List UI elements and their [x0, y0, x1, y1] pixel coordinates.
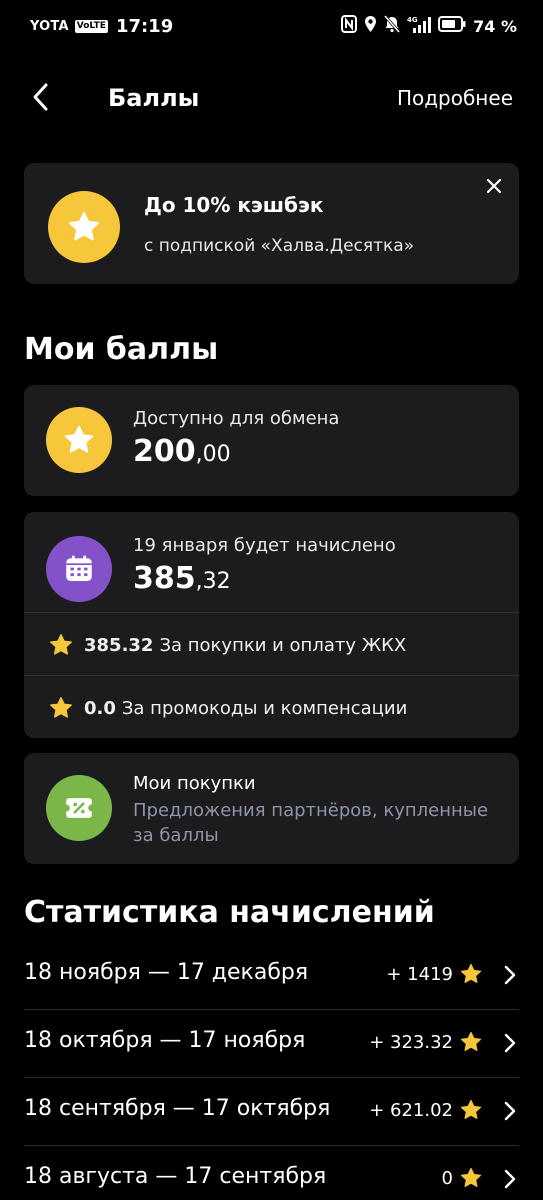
my-points-title: Мои баллы	[24, 332, 219, 367]
discount-ticket-icon	[46, 775, 112, 841]
accrual-amount: 385,32	[133, 561, 231, 596]
close-icon	[486, 178, 502, 194]
star-icon	[460, 1031, 482, 1051]
mute-bell-icon	[383, 15, 401, 37]
signal-icon: 4G	[407, 15, 432, 37]
available-amount-frac: ,00	[195, 442, 231, 467]
stats-period: 18 ноября — 17 декабря	[24, 960, 309, 985]
star-icon	[50, 697, 72, 718]
star-icon	[460, 963, 482, 983]
divider	[24, 675, 519, 676]
accrual-breakdown-promocodes: 0.0 За промокоды и компенсации	[48, 695, 407, 721]
accrual-amount-frac: ,32	[195, 569, 231, 594]
stats-value-text: 0	[441, 1167, 453, 1189]
stats-title: Статистика начислений	[24, 895, 435, 930]
stats-period: 18 августа — 17 сентября	[24, 1164, 327, 1189]
stats-value-text: + 621.02	[369, 1099, 453, 1121]
stats-row[interactable]: 18 октября — 17 ноября + 323.32	[24, 1010, 519, 1078]
my-purchases-card[interactable]: Мои покупки Предложения партнёров, купле…	[24, 753, 519, 864]
app-header: Баллы Подробнее	[0, 72, 543, 124]
battery-percent: 74 %	[473, 16, 517, 36]
chevron-right-icon	[504, 1033, 516, 1053]
purchases-title: Мои покупки	[133, 773, 256, 794]
stats-value: 0	[442, 1166, 483, 1190]
star-coin-icon	[48, 191, 120, 263]
stats-value: + 621.02	[369, 1098, 483, 1122]
stats-period: 18 сентября — 17 октября	[24, 1096, 331, 1121]
promo-close-button[interactable]	[485, 177, 503, 195]
star-icon	[50, 634, 72, 655]
stats-value-text: + 323.32	[369, 1031, 453, 1053]
accrual-label: 19 января будет начислено	[133, 535, 396, 556]
volte-badge: VoLTE	[74, 20, 108, 33]
purchases-description: Предложения партнёров, купленные за балл…	[133, 800, 489, 846]
status-bar: YOTA VoLTE 17:19 4G 74 %	[0, 0, 543, 56]
back-button[interactable]	[28, 82, 56, 112]
network-type-label: 4G	[407, 16, 418, 24]
breakdown-text: За покупки и оплату ЖКХ	[159, 634, 407, 656]
stats-value: + 1419	[386, 962, 483, 986]
promo-subtitle: с подпиской «Халва.Десятка»	[144, 236, 415, 256]
stats-period: 18 октября — 17 ноября	[24, 1028, 306, 1053]
stats-value-text: + 1419	[386, 963, 453, 985]
clock: 17:19	[115, 16, 174, 37]
promo-title: До 10% кэшбэк	[144, 193, 324, 217]
accrual-amount-int: 385	[133, 561, 196, 596]
chevron-left-icon	[33, 83, 48, 111]
star-icon	[460, 1099, 482, 1119]
star-coin-icon	[46, 407, 112, 473]
available-amount: 200,00	[133, 434, 231, 469]
details-link[interactable]: Подробнее	[397, 86, 513, 110]
location-icon	[364, 15, 377, 37]
breakdown-text: За промокоды и компенсации	[121, 697, 408, 719]
available-label: Доступно для обмена	[133, 408, 340, 429]
divider	[24, 612, 519, 613]
carrier-label: YOTA	[30, 19, 69, 34]
nfc-icon	[341, 15, 358, 37]
available-amount-int: 200	[133, 434, 196, 469]
calendar-icon	[46, 536, 112, 602]
battery-icon	[438, 16, 466, 36]
chevron-right-icon	[504, 1101, 516, 1121]
stats-row[interactable]: 18 ноября — 17 декабря + 1419	[24, 942, 519, 1010]
stats-value: + 323.32	[369, 1030, 483, 1054]
breakdown-value: 0.0	[84, 697, 116, 719]
promo-card[interactable]: До 10% кэшбэк с подпиской «Халва.Десятка…	[24, 163, 519, 284]
chevron-right-icon	[504, 965, 516, 985]
status-left: YOTA VoLTE 17:19	[30, 16, 173, 37]
accrual-breakdown-purchases: 385.32 За покупки и оплату ЖКХ	[48, 632, 406, 658]
breakdown-value: 385.32	[84, 634, 154, 656]
stats-row[interactable]: 18 августа — 17 сентября 0	[24, 1146, 519, 1200]
status-right: 4G 74 %	[341, 15, 517, 37]
chevron-right-icon	[504, 1169, 516, 1189]
page-title: Баллы	[108, 84, 200, 112]
star-icon	[460, 1167, 482, 1187]
stats-row[interactable]: 18 сентября — 17 октября + 621.02	[24, 1078, 519, 1146]
accrual-card: 19 января будет начислено 385,32 385.32 …	[24, 512, 519, 738]
available-points-card[interactable]: Доступно для обмена 200,00	[24, 385, 519, 496]
